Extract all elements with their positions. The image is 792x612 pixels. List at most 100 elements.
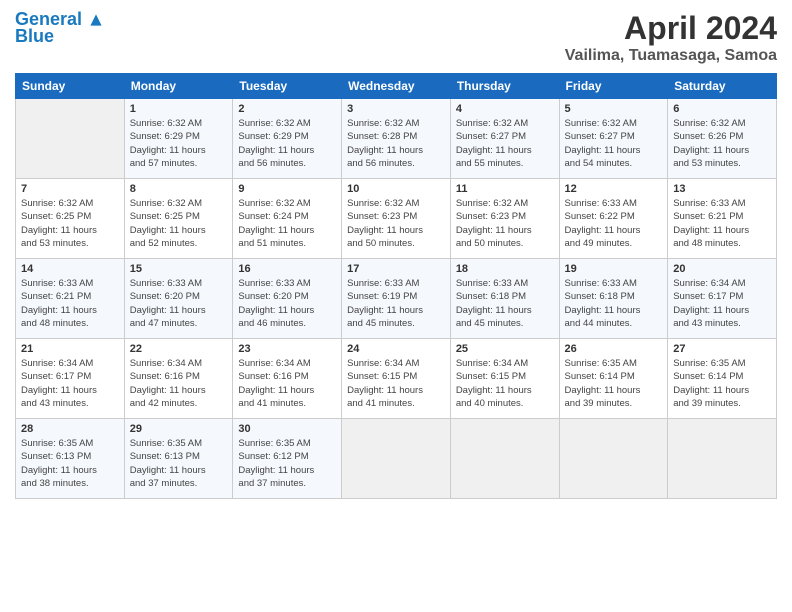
day-number: 11	[456, 183, 554, 195]
day-info: Sunrise: 6:35 AM Sunset: 6:14 PM Dayligh…	[673, 357, 771, 410]
day-number: 13	[673, 183, 771, 195]
calendar-cell: 15Sunrise: 6:33 AM Sunset: 6:20 PM Dayli…	[124, 259, 233, 339]
header-thursday: Thursday	[450, 74, 559, 99]
title-area: April 2024 Vailima, Tuamasaga, Samoa	[565, 10, 777, 65]
calendar-cell: 25 Sunrise: 6:34 AM Sunset: 6:15 PM Dayli…	[450, 339, 559, 419]
day-info: Sunrise: 6:32 AM Sunset: 6:25 PM Dayligh…	[21, 197, 119, 250]
calendar-cell: 7Sunrise: 6:32 AM Sunset: 6:25 PM Daylig…	[16, 179, 125, 259]
day-number: 1	[130, 103, 228, 115]
day-info: Sunrise: 6:33 AM Sunset: 6:18 PM Dayligh…	[565, 277, 663, 330]
day-info: Sunrise: 6:35 AM Sunset: 6:14 PM Dayligh…	[565, 357, 663, 410]
calendar-cell: 16Sunrise: 6:33 AM Sunset: 6:20 PM Dayli…	[233, 259, 342, 339]
calendar-cell: 6 Sunrise: 6:32 AM Sunset: 6:26 PM Daylig…	[668, 99, 777, 179]
calendar-cell: 26 Sunrise: 6:35 AM Sunset: 6:14 PM Dayli…	[559, 339, 668, 419]
day-info: Sunrise: 6:35 AM Sunset: 6:13 PM Dayligh…	[21, 437, 119, 490]
header-sunday: Sunday	[16, 74, 125, 99]
calendar-week-4: 21 Sunrise: 6:34 AM Sunset: 6:17 PM Dayli…	[16, 339, 777, 419]
calendar-cell: 17 Sunrise: 6:33 AM Sunset: 6:19 PM Dayli…	[342, 259, 451, 339]
day-info: Sunrise: 6:32 AM Sunset: 6:29 PM Dayligh…	[130, 117, 228, 170]
day-number: 9	[238, 183, 336, 195]
calendar-cell: 10Sunrise: 6:32 AM Sunset: 6:23 PM Dayli…	[342, 179, 451, 259]
day-number: 12	[565, 183, 663, 195]
day-info: Sunrise: 6:32 AM Sunset: 6:26 PM Dayligh…	[673, 117, 771, 170]
location-title: Vailima, Tuamasaga, Samoa	[565, 47, 777, 65]
day-info: Sunrise: 6:33 AM Sunset: 6:20 PM Dayligh…	[130, 277, 228, 330]
day-number: 6	[673, 103, 771, 115]
day-info: Sunrise: 6:34 AM Sunset: 6:16 PM Dayligh…	[130, 357, 228, 410]
calendar-cell: 19 Sunrise: 6:33 AM Sunset: 6:18 PM Dayli…	[559, 259, 668, 339]
day-info: Sunrise: 6:32 AM Sunset: 6:24 PM Dayligh…	[238, 197, 336, 250]
day-info: Sunrise: 6:32 AM Sunset: 6:27 PM Dayligh…	[456, 117, 554, 170]
day-number: 29	[130, 423, 228, 435]
calendar-cell	[450, 419, 559, 499]
calendar-cell	[559, 419, 668, 499]
header-friday: Friday	[559, 74, 668, 99]
day-info: Sunrise: 6:34 AM Sunset: 6:16 PM Dayligh…	[238, 357, 336, 410]
day-number: 25	[456, 343, 554, 355]
day-info: Sunrise: 6:33 AM Sunset: 6:21 PM Dayligh…	[21, 277, 119, 330]
calendar-cell: 28Sunrise: 6:35 AM Sunset: 6:13 PM Dayli…	[16, 419, 125, 499]
calendar-cell: 8 Sunrise: 6:32 AM Sunset: 6:25 PM Daylig…	[124, 179, 233, 259]
header-wednesday: Wednesday	[342, 74, 451, 99]
logo: General Blue	[15, 10, 103, 47]
day-info: Sunrise: 6:34 AM Sunset: 6:17 PM Dayligh…	[21, 357, 119, 410]
day-number: 19	[565, 263, 663, 275]
calendar-cell: 20 Sunrise: 6:34 AM Sunset: 6:17 PM Dayli…	[668, 259, 777, 339]
day-number: 18	[456, 263, 554, 275]
calendar-cell: 27 Sunrise: 6:35 AM Sunset: 6:14 PM Dayli…	[668, 339, 777, 419]
calendar-cell: 4 Sunrise: 6:32 AM Sunset: 6:27 PM Daylig…	[450, 99, 559, 179]
calendar-cell: 3 Sunrise: 6:32 AM Sunset: 6:28 PM Daylig…	[342, 99, 451, 179]
day-number: 21	[21, 343, 119, 355]
calendar-cell: 5Sunrise: 6:32 AM Sunset: 6:27 PM Daylig…	[559, 99, 668, 179]
day-number: 16	[238, 263, 336, 275]
day-number: 30	[238, 423, 336, 435]
day-number: 23	[238, 343, 336, 355]
calendar-cell: 9 Sunrise: 6:32 AM Sunset: 6:24 PM Daylig…	[233, 179, 342, 259]
calendar-cell: 23 Sunrise: 6:34 AM Sunset: 6:16 PM Dayli…	[233, 339, 342, 419]
day-info: Sunrise: 6:33 AM Sunset: 6:18 PM Dayligh…	[456, 277, 554, 330]
day-number: 17	[347, 263, 445, 275]
day-info: Sunrise: 6:34 AM Sunset: 6:15 PM Dayligh…	[456, 357, 554, 410]
day-number: 20	[673, 263, 771, 275]
day-number: 10	[347, 183, 445, 195]
header: General Blue April 2024 Vailima, Tuamasa…	[15, 10, 777, 65]
calendar-cell	[16, 99, 125, 179]
calendar-week-5: 28Sunrise: 6:35 AM Sunset: 6:13 PM Dayli…	[16, 419, 777, 499]
day-info: Sunrise: 6:32 AM Sunset: 6:29 PM Dayligh…	[238, 117, 336, 170]
day-number: 24	[347, 343, 445, 355]
day-info: Sunrise: 6:34 AM Sunset: 6:17 PM Dayligh…	[673, 277, 771, 330]
day-number: 3	[347, 103, 445, 115]
calendar-week-2: 7Sunrise: 6:32 AM Sunset: 6:25 PM Daylig…	[16, 179, 777, 259]
calendar-cell: 21 Sunrise: 6:34 AM Sunset: 6:17 PM Dayli…	[16, 339, 125, 419]
calendar-week-1: 1 Sunrise: 6:32 AM Sunset: 6:29 PM Daylig…	[16, 99, 777, 179]
day-number: 26	[565, 343, 663, 355]
calendar-cell	[342, 419, 451, 499]
day-number: 4	[456, 103, 554, 115]
day-number: 5	[565, 103, 663, 115]
calendar-cell: 13 Sunrise: 6:33 AM Sunset: 6:21 PM Dayli…	[668, 179, 777, 259]
calendar-cell: 22 Sunrise: 6:34 AM Sunset: 6:16 PM Dayli…	[124, 339, 233, 419]
day-info: Sunrise: 6:33 AM Sunset: 6:22 PM Dayligh…	[565, 197, 663, 250]
day-number: 14	[21, 263, 119, 275]
day-number: 22	[130, 343, 228, 355]
calendar-cell: 24Sunrise: 6:34 AM Sunset: 6:15 PM Dayli…	[342, 339, 451, 419]
day-info: Sunrise: 6:32 AM Sunset: 6:25 PM Dayligh…	[130, 197, 228, 250]
calendar-cell: 12 Sunrise: 6:33 AM Sunset: 6:22 PM Dayli…	[559, 179, 668, 259]
days-header-row: Sunday Monday Tuesday Wednesday Thursday…	[16, 74, 777, 99]
calendar-cell: 1 Sunrise: 6:32 AM Sunset: 6:29 PM Daylig…	[124, 99, 233, 179]
day-number: 27	[673, 343, 771, 355]
day-info: Sunrise: 6:35 AM Sunset: 6:12 PM Dayligh…	[238, 437, 336, 490]
day-info: Sunrise: 6:35 AM Sunset: 6:13 PM Dayligh…	[130, 437, 228, 490]
header-tuesday: Tuesday	[233, 74, 342, 99]
calendar-table: Sunday Monday Tuesday Wednesday Thursday…	[15, 73, 777, 499]
calendar-cell: 29 Sunrise: 6:35 AM Sunset: 6:13 PM Dayli…	[124, 419, 233, 499]
header-saturday: Saturday	[668, 74, 777, 99]
day-info: Sunrise: 6:33 AM Sunset: 6:19 PM Dayligh…	[347, 277, 445, 330]
calendar-cell: 2Sunrise: 6:32 AM Sunset: 6:29 PM Daylig…	[233, 99, 342, 179]
month-title: April 2024	[565, 10, 777, 47]
day-info: Sunrise: 6:33 AM Sunset: 6:21 PM Dayligh…	[673, 197, 771, 250]
day-number: 8	[130, 183, 228, 195]
day-info: Sunrise: 6:32 AM Sunset: 6:28 PM Dayligh…	[347, 117, 445, 170]
day-info: Sunrise: 6:32 AM Sunset: 6:23 PM Dayligh…	[456, 197, 554, 250]
header-monday: Monday	[124, 74, 233, 99]
